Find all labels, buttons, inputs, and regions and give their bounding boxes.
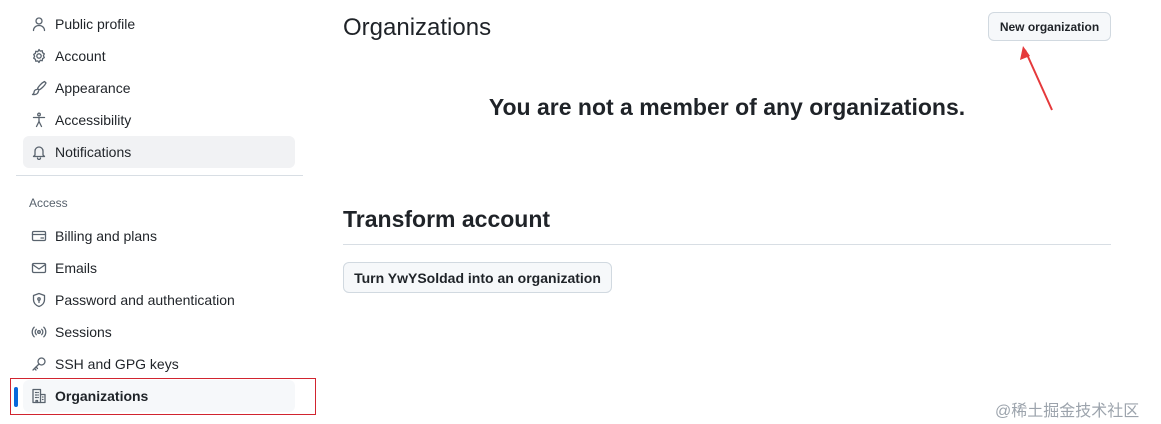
empty-state-message: You are not a member of any organization… [488, 94, 966, 120]
paintbrush-icon [31, 80, 47, 96]
sidebar-item-label: SSH and GPG keys [55, 356, 179, 372]
transform-account-heading: Transform account [343, 206, 551, 232]
transform-to-organization-button[interactable]: Turn YwYSoldad into an organization [343, 262, 612, 293]
sidebar-item-accessibility[interactable]: Accessibility [23, 104, 295, 136]
shield-lock-icon [31, 292, 47, 308]
sidebar-item-label: Emails [55, 260, 98, 276]
broadcast-icon [31, 324, 47, 340]
sidebar-item-label: Password and authentication [55, 292, 235, 308]
sidebar-item-sessions[interactable]: Sessions [23, 316, 295, 348]
sidebar-item-organizations[interactable]: Organizations [23, 380, 295, 412]
mail-icon [31, 260, 47, 276]
accessibility-icon [31, 112, 47, 128]
sidebar-item-ssh-gpg-keys[interactable]: SSH and GPG keys [23, 348, 295, 380]
sidebar-item-emails[interactable]: Emails [23, 252, 295, 284]
sidebar-item-label: Appearance [55, 80, 131, 96]
gear-icon [31, 48, 47, 64]
sidebar-item-label: Sessions [55, 324, 112, 340]
section-divider [343, 244, 1111, 245]
sidebar-item-label: Public profile [55, 16, 136, 32]
sidebar-item-label: Notifications [55, 144, 132, 160]
sidebar-item-public-profile[interactable]: Public profile [23, 8, 295, 40]
organization-icon [31, 388, 47, 404]
sidebar-item-label: Organizations [55, 388, 149, 404]
sidebar-item-account[interactable]: Account [23, 40, 295, 72]
settings-page: Public profile Account Appearance Access… [0, 0, 1161, 424]
settings-sidebar: Public profile Account Appearance Access… [0, 0, 316, 424]
sidebar-item-appearance[interactable]: Appearance [23, 72, 295, 104]
new-organization-button[interactable]: New organization [988, 12, 1111, 41]
page-title: Organizations [343, 14, 492, 41]
sidebar-item-label: Account [55, 48, 106, 64]
sidebar-divider [16, 175, 303, 176]
active-indicator [14, 387, 18, 407]
watermark: @稀土掘金技术社区 [995, 403, 1140, 420]
credit-card-icon [31, 228, 47, 244]
sidebar-section-access: Access [29, 196, 68, 210]
person-icon [31, 16, 47, 32]
sidebar-item-notifications[interactable]: Notifications [23, 136, 295, 168]
sidebar-item-label: Billing and plans [55, 228, 157, 244]
bell-icon [31, 144, 47, 160]
sidebar-item-label: Accessibility [55, 112, 132, 128]
sidebar-item-billing[interactable]: Billing and plans [23, 220, 295, 252]
sidebar-item-password-auth[interactable]: Password and authentication [23, 284, 295, 316]
key-icon [31, 356, 47, 372]
